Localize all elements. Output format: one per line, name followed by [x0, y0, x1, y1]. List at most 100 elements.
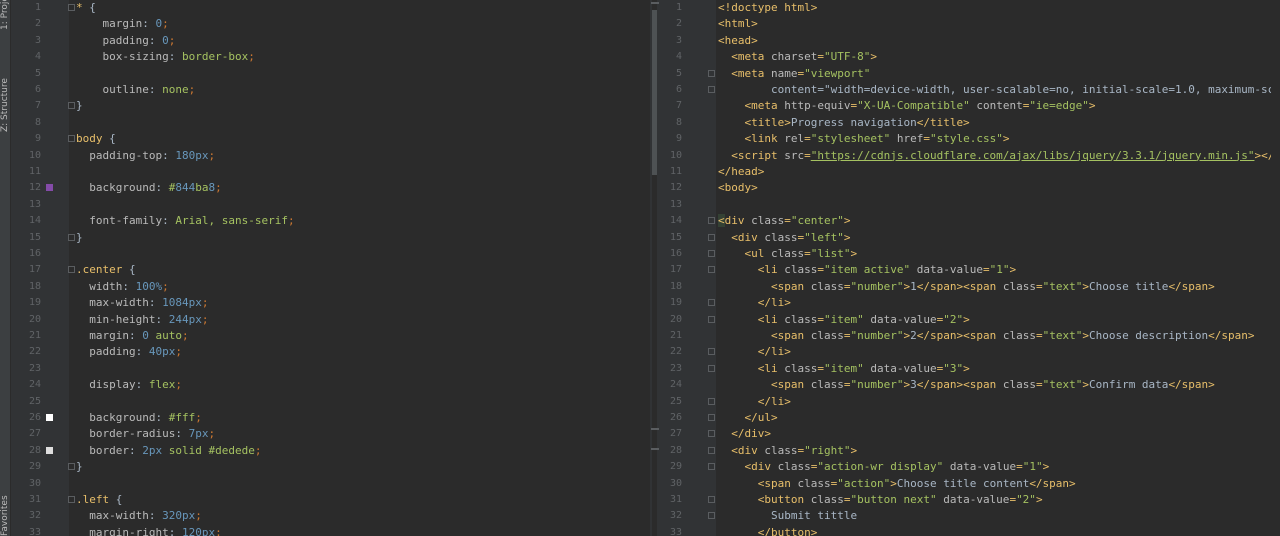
code-line[interactable]: 19 </li> [660, 295, 1280, 311]
code-line[interactable]: 9 <link rel="stylesheet" href="style.css… [660, 131, 1280, 147]
fold-marker-icon[interactable] [708, 364, 715, 372]
code-line[interactable]: 7} [11, 98, 650, 114]
code-line[interactable]: 1 * { [11, 0, 650, 16]
fold-marker-icon[interactable] [708, 250, 715, 257]
code-line[interactable]: 12 background: #844ba8; [11, 180, 650, 196]
sidebar-tab-project[interactable]: 1: Project [0, 0, 10, 30]
fold-marker-icon[interactable] [708, 414, 715, 421]
css-editor-pane[interactable]: 1 * {2 margin: 0; 3 padding: 0; 4 box-sizin… [11, 0, 650, 536]
code-line[interactable]: 15 <div class="left"> [660, 230, 1280, 246]
code-line[interactable]: 23 <li class="item" data-value="3"> [660, 361, 1280, 377]
code-line[interactable]: 28 <div class="right"> [660, 443, 1280, 459]
code-line[interactable]: 22 padding: 40px; [11, 344, 650, 360]
code-line[interactable]: 32 max-width: 320px; [11, 508, 650, 524]
code-line[interactable]: 7 <meta http-equiv="X-UA-Compatible" con… [660, 98, 1280, 114]
fold-marker-icon[interactable] [68, 233, 75, 241]
code-line[interactable]: 29 <div class="action-wr display" data-v… [660, 459, 1280, 475]
code-line[interactable]: 19 max-width: 1084px; [11, 295, 650, 311]
code-line[interactable]: 18 <span class="number">1</span><span cl… [660, 279, 1280, 295]
code-line[interactable]: 22 </li> [660, 344, 1280, 360]
code-line[interactable]: 31 <button class="button next" data-valu… [660, 492, 1280, 508]
code-line[interactable]: 10 <script src="https://cdnjs.cloudflare… [660, 148, 1280, 164]
code-line[interactable]: 4 box-sizing: border-box; [11, 49, 650, 65]
code-line[interactable]: 8 [11, 115, 650, 131]
fold-marker-icon[interactable] [708, 512, 715, 520]
fold-marker-icon[interactable] [68, 102, 75, 110]
code-line[interactable]: 3 padding: 0; [11, 33, 650, 49]
code-line[interactable]: 24 <span class="number">3</span><span cl… [660, 377, 1280, 393]
code-line[interactable]: 30 [11, 476, 650, 492]
code-line[interactable]: 23 [11, 361, 650, 377]
code-line[interactable]: 6 content="width=device-width, user-scal… [660, 82, 1280, 98]
fold-marker-icon[interactable] [708, 217, 715, 225]
fold-marker-icon[interactable] [708, 266, 715, 274]
code-line[interactable]: 1 <!doctype html> [660, 0, 1280, 16]
code-line[interactable]: 14 font-family: Arial, sans-serif; [11, 213, 650, 229]
code-line[interactable]: 20 min-height: 244px; [11, 312, 650, 328]
fold-marker-icon[interactable] [708, 446, 715, 454]
code-line[interactable]: 31 .left { [11, 492, 650, 508]
code-line[interactable]: 12 <body> [660, 180, 1280, 196]
code-line[interactable]: 21 <span class="number">2</span><span cl… [660, 328, 1280, 344]
code-line[interactable]: 2 <html> [660, 16, 1280, 32]
code-line[interactable]: 8 <title>Progress navigation</title> [660, 115, 1280, 131]
code-line[interactable]: 5 <meta name="viewport" [660, 66, 1280, 82]
code-line[interactable]: 33 </button> [660, 525, 1280, 536]
code-line[interactable]: 25 </li> [660, 394, 1280, 410]
code-line[interactable]: 25 [11, 394, 650, 410]
code-line[interactable]: 27 border-radius: 7px; [11, 426, 650, 442]
color-swatch-icon[interactable] [46, 414, 53, 421]
fold-marker-icon[interactable] [68, 463, 75, 471]
code-line[interactable]: 33 margin-right: 120px; [11, 525, 650, 536]
code-line[interactable]: 32 Submit tittle [660, 508, 1280, 524]
fold-marker-icon[interactable] [708, 348, 715, 356]
editor-split-divider[interactable] [650, 0, 660, 536]
fold-marker-icon[interactable] [708, 315, 715, 323]
fold-marker-icon[interactable] [708, 299, 715, 307]
color-swatch-icon[interactable] [46, 184, 53, 192]
code-line[interactable]: 14 <div class="center"> [660, 213, 1280, 229]
html-editor-pane[interactable]: 1 <!doctype html> 2 <html> 3 <head> 4 <meta ch… [660, 0, 1280, 536]
warning-marker[interactable] [651, 2, 659, 4]
html-editor-scrollbar[interactable] [1271, 0, 1280, 536]
fold-marker-icon[interactable] [68, 4, 75, 11]
sidebar-tab-structure[interactable]: Z: Structure [0, 62, 10, 132]
code-line[interactable]: 3 <head> [660, 33, 1280, 49]
code-line[interactable]: 27 </div> [660, 426, 1280, 442]
fold-marker-icon[interactable] [708, 397, 715, 405]
code-line[interactable]: 6 outline: none; [11, 82, 650, 98]
fold-marker-icon[interactable] [68, 135, 75, 143]
error-stripe-marker[interactable] [651, 428, 659, 430]
code-line[interactable]: 5 [11, 66, 650, 82]
code-line[interactable]: 30 <span class="action">Choose title con… [660, 476, 1280, 492]
fold-marker-icon[interactable] [708, 496, 715, 503]
code-line[interactable]: 13 [660, 197, 1280, 213]
css-editor-scrollbar-thumb[interactable] [652, 10, 657, 175]
code-line[interactable]: 13 [11, 197, 650, 213]
code-line[interactable]: 28 border: 2px solid #dedede; [11, 443, 650, 459]
color-swatch-icon[interactable] [46, 446, 53, 454]
code-line[interactable]: 2 margin: 0; [11, 16, 650, 32]
fold-marker-icon[interactable] [708, 69, 715, 77]
code-line[interactable]: 16 [11, 246, 650, 262]
code-line[interactable]: 20 <li class="item" data-value="2"> [660, 312, 1280, 328]
fold-marker-icon[interactable] [708, 233, 715, 241]
code-line[interactable]: 18 width: 100%; [11, 279, 650, 295]
code-line[interactable]: 26 </ul> [660, 410, 1280, 426]
code-line[interactable]: 11 </head> [660, 164, 1280, 180]
code-line[interactable]: 21 margin: 0 auto; [11, 328, 650, 344]
code-line[interactable]: 15} [11, 230, 650, 246]
fold-marker-icon[interactable] [708, 86, 715, 93]
code-line[interactable]: 24 display: flex; [11, 377, 650, 393]
code-line[interactable]: 16 <ul class="list"> [660, 246, 1280, 262]
code-line[interactable]: 17 <li class="item active" data-value="1… [660, 262, 1280, 278]
sidebar-tab-favorites[interactable]: Favorites [0, 495, 10, 536]
code-line[interactable]: 26 background: #fff; [11, 410, 650, 426]
fold-marker-icon[interactable] [708, 430, 715, 438]
code-line[interactable]: 9 body { [11, 131, 650, 147]
code-line[interactable]: 11 [11, 164, 650, 180]
code-line[interactable]: 4 <meta charset="UTF-8"> [660, 49, 1280, 65]
fold-marker-icon[interactable] [68, 266, 75, 274]
error-stripe-marker[interactable] [651, 448, 659, 450]
code-line[interactable]: 17 .center { [11, 262, 650, 278]
